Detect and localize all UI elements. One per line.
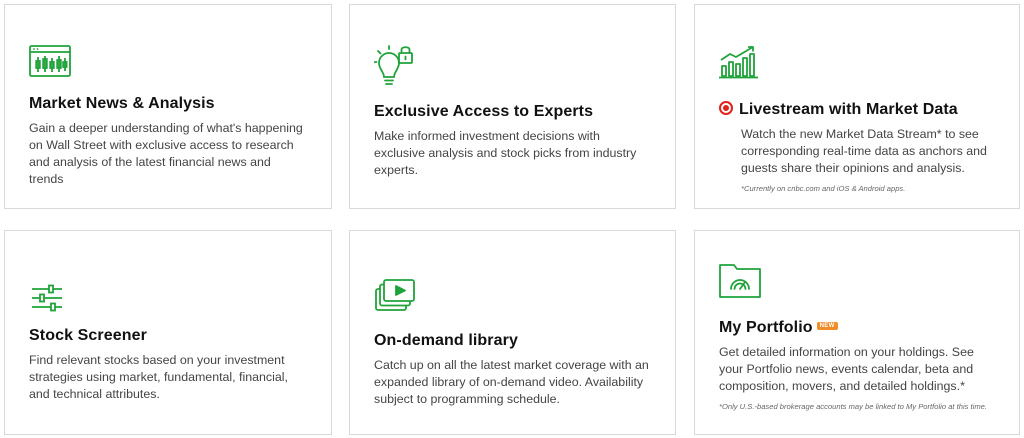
card-description: Find relevant stocks based on your inves…: [29, 353, 288, 401]
card-description: Get detailed information on your holding…: [719, 345, 974, 393]
card-description: Watch the new Market Data Stream* to see…: [741, 127, 987, 175]
feature-card-livestream[interactable]: Livestream with Market Data Watch the ne…: [694, 4, 1020, 209]
card-title-row: Livestream with Market Data: [719, 101, 958, 119]
card-title: Stock Screener: [29, 327, 147, 344]
feature-card-on-demand-library[interactable]: On-demand library Catch up on all the la…: [349, 230, 676, 435]
card-description: Catch up on all the latest market covera…: [374, 358, 649, 406]
candlestick-chart-icon: [29, 45, 71, 77]
card-title: My Portfolio: [719, 319, 813, 336]
footnote: *Currently on cnbc.com and iOS & Android…: [741, 184, 906, 193]
rising-bar-chart-icon: [719, 45, 761, 79]
portfolio-folder-gauge-icon: [719, 263, 761, 299]
lightbulb-lock-icon: [374, 43, 416, 87]
card-title: On-demand library: [374, 332, 518, 349]
footnote: *Only U.S.-based brokerage accounts may …: [719, 402, 988, 411]
card-title: Exclusive Access to Experts: [374, 103, 594, 120]
feature-card-market-news[interactable]: Market News & Analysis Gain a deeper und…: [4, 4, 332, 209]
feature-card-exclusive-access[interactable]: Exclusive Access to Experts Make informe…: [349, 4, 676, 209]
sliders-icon: [31, 284, 63, 312]
card-title-row: My Portfolio NEW: [719, 319, 838, 337]
video-library-icon: [374, 277, 418, 313]
card-description: Make informed investment decisions with …: [374, 129, 637, 177]
live-indicator-icon: [719, 101, 733, 115]
card-title: Livestream with Market Data: [739, 101, 958, 118]
feature-card-my-portfolio[interactable]: My Portfolio NEW Get detailed information…: [694, 230, 1020, 435]
card-title: Market News & Analysis: [29, 95, 215, 112]
new-badge: NEW: [816, 322, 838, 330]
card-description: Gain a deeper understanding of what's ha…: [29, 121, 303, 186]
feature-card-stock-screener[interactable]: Stock Screener Find relevant stocks base…: [4, 230, 332, 435]
